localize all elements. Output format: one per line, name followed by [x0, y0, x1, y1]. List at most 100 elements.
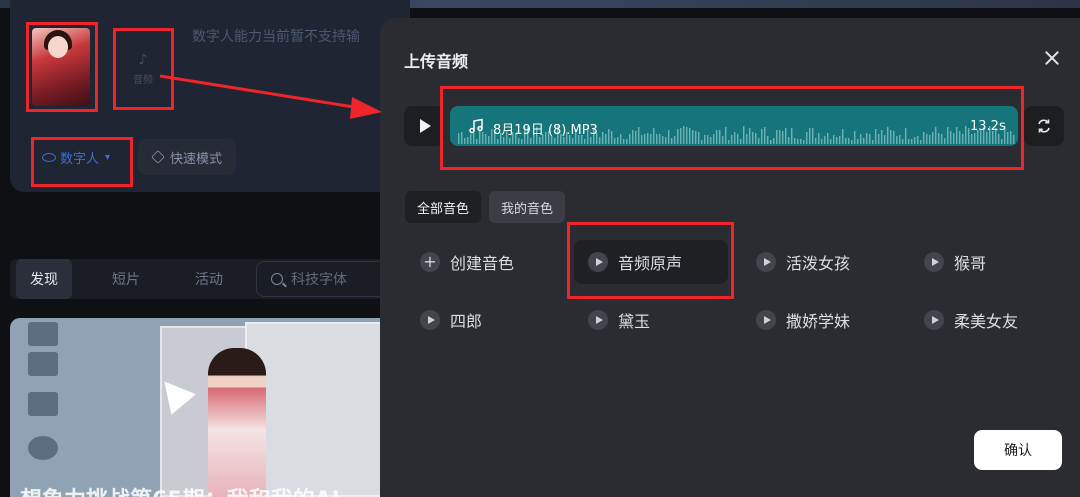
- waveform-bar: [911, 139, 913, 144]
- desktop-icon: [28, 352, 58, 376]
- audio-thumbnail[interactable]: ♪ 音频: [118, 34, 168, 104]
- waveform-bar: [773, 138, 775, 144]
- waveform-bar: [617, 137, 619, 144]
- desktop-icon: [28, 436, 58, 460]
- waveform-bar: [635, 131, 637, 144]
- music-note-icon: ♪: [138, 51, 148, 68]
- play-icon: [420, 119, 431, 133]
- waveform-bar: [584, 139, 586, 144]
- avatar-face: [48, 36, 68, 58]
- search-icon: [271, 273, 283, 285]
- waveform-bar: [824, 136, 826, 144]
- voice-lively-girl[interactable]: 活泼女孩: [742, 240, 900, 284]
- waveform-bar: [656, 134, 658, 144]
- waveform-bar: [812, 128, 814, 144]
- waveform-bar: [521, 139, 523, 144]
- waveform-bar: [509, 138, 511, 144]
- voice-label: 四郎: [450, 312, 483, 331]
- feed-caption: 想象力挑战第65期：我和我的AI: [20, 482, 340, 497]
- waveform-bar: [884, 135, 886, 144]
- waveform-bar: [722, 136, 724, 144]
- waveform-bar: [806, 132, 808, 144]
- play-audio-button[interactable]: [404, 106, 444, 146]
- waveform-bar: [680, 128, 682, 144]
- play-icon: [588, 310, 608, 330]
- waveform-bar: [962, 134, 964, 144]
- waveform-bar: [626, 139, 628, 144]
- waveform-bar: [830, 139, 832, 144]
- waveform-bar: [779, 130, 781, 144]
- chevron-down-icon: ▾: [105, 151, 111, 163]
- plus-icon: +: [420, 252, 440, 272]
- waveform-bar: [734, 132, 736, 144]
- waveform-bar: [836, 137, 838, 144]
- waveform-bar: [929, 135, 931, 144]
- screen: ♪ 音频 数字人能力当前暂不支持输 数字人 ▾ 快速模式 发现 短片 活动 科技…: [0, 0, 1080, 497]
- waveform-bar: [590, 137, 592, 144]
- play-icon: [420, 310, 440, 330]
- waveform-bar: [956, 127, 958, 144]
- confirm-button[interactable]: 确认: [974, 430, 1062, 470]
- waveform-bar: [809, 128, 811, 144]
- play-icon: [588, 252, 608, 272]
- tab-shorts[interactable]: 短片: [112, 259, 140, 299]
- play-icon: [756, 310, 776, 330]
- tab-my-voices[interactable]: 我的音色: [489, 191, 566, 223]
- voice-gentle-girlfriend[interactable]: 柔美女友: [910, 298, 1060, 342]
- waveform-bar: [908, 139, 910, 144]
- desktop-icon: [28, 322, 58, 346]
- waveform-bar: [716, 130, 718, 144]
- waveform-bar: [710, 137, 712, 144]
- capability-notice: 数字人能力当前暂不支持输: [192, 29, 360, 45]
- replace-audio-button[interactable]: [1024, 106, 1064, 146]
- waveform-bar: [935, 127, 937, 144]
- waveform-bar: [614, 138, 616, 144]
- waveform-bar: [464, 138, 466, 144]
- waveform-bar: [758, 138, 760, 144]
- digital-human-dropdown[interactable]: 数字人 ▾: [36, 142, 116, 172]
- play-icon: [756, 252, 776, 272]
- waveform-bar: [611, 131, 613, 144]
- waveform-bar: [704, 135, 706, 144]
- voice-label: 柔美女友: [954, 312, 1019, 331]
- waveform-bar: [539, 137, 541, 144]
- close-icon[interactable]: [1040, 46, 1064, 70]
- waveform-bar: [974, 133, 976, 144]
- waveform-bar: [926, 134, 928, 144]
- waveform-bar: [488, 136, 490, 144]
- waveform-bar: [686, 127, 688, 144]
- waveform-bar: [953, 133, 955, 144]
- voice-daiyu[interactable]: 黛玉: [574, 298, 728, 342]
- feed-card-image[interactable]: [10, 318, 410, 497]
- waveform-bar: [695, 131, 697, 144]
- waveform-bar: [842, 129, 844, 144]
- fast-mode-label: 快速模式: [170, 151, 223, 167]
- tab-discover[interactable]: 发现: [16, 259, 72, 299]
- waveform-bar: [950, 131, 952, 144]
- waveform-bar: [725, 127, 727, 144]
- waveform-bar: [740, 139, 742, 144]
- voice-original-audio[interactable]: 音频原声: [574, 240, 728, 284]
- waveform-bar: [959, 131, 961, 144]
- audio-file-name: 8月19日 (8).MP3: [493, 123, 598, 138]
- waveform-bar: [770, 140, 772, 144]
- voice-create[interactable]: + 创建音色: [406, 240, 564, 284]
- tab-all-voices[interactable]: 全部音色: [405, 191, 482, 223]
- waveform-bar: [473, 133, 475, 144]
- waveform-bar: [944, 138, 946, 144]
- fast-mode-button[interactable]: 快速模式: [138, 139, 237, 175]
- waveform-bar: [788, 137, 790, 144]
- waveform-bar: [638, 127, 640, 144]
- waveform-bar: [920, 140, 922, 144]
- voice-silang[interactable]: 四郎: [406, 298, 564, 342]
- waveform-bar: [914, 137, 916, 144]
- waveform-bar: [998, 134, 1000, 144]
- voice-coquettish-junior[interactable]: 撒娇学妹: [742, 298, 900, 342]
- waveform-bar: [689, 128, 691, 144]
- waveform-bar: [605, 134, 607, 144]
- waveform-bar: [776, 130, 778, 144]
- voice-monkey-bro[interactable]: 猴哥: [910, 240, 1060, 284]
- waveform-bar: [683, 126, 685, 144]
- waveform-bar: [938, 133, 940, 144]
- tab-events[interactable]: 活动: [195, 259, 223, 299]
